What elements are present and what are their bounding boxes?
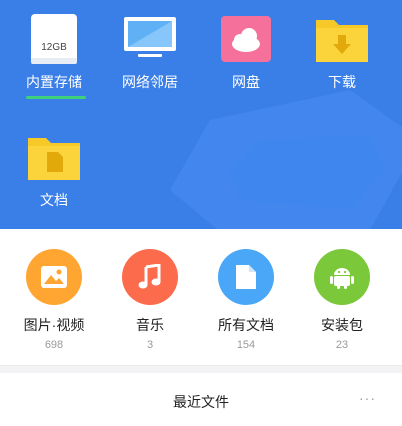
- tile-cloud-drive[interactable]: 网盘: [198, 14, 294, 90]
- cloud-icon: [221, 16, 271, 62]
- category-count: 3: [146, 339, 154, 351]
- tile-label: 网络邻居: [122, 74, 178, 90]
- category-name: 图片·视频: [23, 317, 85, 333]
- recent-files-header: 最近文件 ···: [0, 373, 402, 426]
- category-count: 23: [335, 339, 349, 351]
- tile-network-neighbors[interactable]: 网络邻居: [102, 14, 198, 90]
- tile-downloads[interactable]: 下载: [294, 14, 390, 90]
- music-note-icon: [122, 249, 178, 305]
- recent-files-title: 最近文件: [173, 394, 229, 410]
- download-folder-icon: [316, 20, 368, 62]
- tile-label: 内置存储: [26, 74, 82, 90]
- photos-icon: [26, 249, 82, 305]
- storage-panel: 12GB 内置存储 网络邻居 网盘 下载 文档: [0, 0, 402, 229]
- tile-label: 网盘: [232, 74, 260, 90]
- category-photos-videos[interactable]: 图片·视频 698: [6, 249, 102, 352]
- category-name: 音乐: [136, 317, 164, 333]
- tile-documents[interactable]: 文档: [6, 132, 102, 208]
- document-icon: [218, 249, 274, 305]
- category-music[interactable]: 音乐 3: [102, 249, 198, 352]
- phone-storage-icon: 12GB: [31, 14, 77, 64]
- category-apk[interactable]: 安装包 23: [294, 249, 390, 352]
- active-indicator: [26, 96, 86, 99]
- svg-text:12GB: 12GB: [41, 42, 67, 53]
- category-shortcuts: 图片·视频 698 音乐 3 所有文档 154 安装包 23: [0, 229, 402, 365]
- tile-label: 文档: [40, 192, 68, 208]
- category-name: 所有文档: [218, 317, 274, 333]
- document-folder-icon: [28, 138, 80, 180]
- category-all-documents[interactable]: 所有文档 154: [198, 249, 294, 352]
- section-divider: [0, 365, 402, 373]
- app-logo-watermark: [170, 90, 402, 229]
- more-options-icon[interactable]: ···: [359, 390, 376, 406]
- category-name: 安装包: [321, 317, 363, 333]
- android-icon: [314, 249, 370, 305]
- tile-label: 下载: [328, 74, 356, 90]
- monitor-icon: [124, 17, 176, 57]
- category-count: 698: [44, 339, 64, 351]
- category-count: 154: [236, 339, 256, 351]
- tile-internal-storage[interactable]: 12GB 内置存储: [6, 14, 102, 90]
